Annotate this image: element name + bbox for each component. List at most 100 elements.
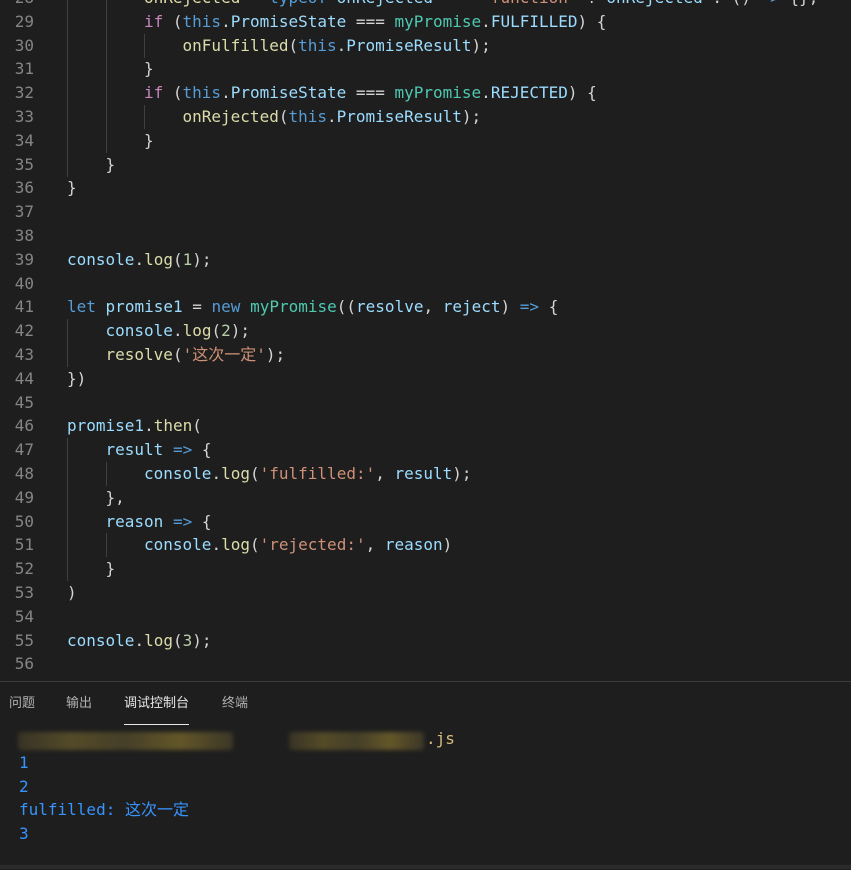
redacted-path xyxy=(18,732,233,750)
indent-guide xyxy=(67,81,68,106)
code-line[interactable]: 29 if (this.PromiseState === myPromise.FU… xyxy=(0,9,851,34)
code-token: ( xyxy=(288,35,299,55)
code-text: if (this.PromiseState === myPromise.FULF… xyxy=(144,10,606,34)
code-line[interactable]: 44}) xyxy=(0,367,851,391)
code-token: PromiseState xyxy=(230,11,347,31)
indent-guide xyxy=(67,438,68,463)
line-number: 55 xyxy=(14,630,34,650)
code-token: ) xyxy=(500,297,520,317)
code-token: resolve xyxy=(356,297,424,317)
code-line[interactable]: 30 onFulfilled(this.PromiseResult); xyxy=(0,33,851,58)
code-token: , xyxy=(423,297,443,317)
indent-guide xyxy=(67,533,68,558)
code-line[interactable]: 38 xyxy=(0,224,851,248)
line-number: 33 xyxy=(14,107,34,126)
code-token: ? xyxy=(578,0,607,7)
code-token: reason xyxy=(105,511,164,531)
indent-guide xyxy=(105,57,107,82)
output-file-extension[interactable]: .js xyxy=(426,729,455,749)
code-line[interactable]: 31} xyxy=(0,57,851,82)
code-token: . xyxy=(481,83,491,103)
code-token: ); xyxy=(452,464,472,483)
code-line[interactable]: 36} xyxy=(0,176,851,200)
code-editor[interactable]: 28 onRejected = typeof onRejected === 'fu… xyxy=(0,0,851,681)
code-line[interactable]: 45 xyxy=(0,391,851,415)
code-text: } xyxy=(106,153,116,177)
code-token: this xyxy=(182,11,222,31)
code-token: ( xyxy=(172,345,183,364)
code-line[interactable]: 42 console.log(2); xyxy=(0,319,851,344)
code-line[interactable]: 46 promise1.then( xyxy=(0,414,851,438)
line-number: 39 xyxy=(14,249,34,269)
indent-guide xyxy=(105,0,107,10)
code-token: . xyxy=(134,249,145,269)
line-number: 56 xyxy=(14,654,34,674)
tab-terminal[interactable]: 终端 xyxy=(222,694,248,722)
indent-guide xyxy=(67,128,68,153)
code-token: onRejected xyxy=(337,0,433,7)
code-token: }) xyxy=(67,368,87,388)
indent-guide xyxy=(105,105,107,129)
line-number: 43 xyxy=(14,345,34,364)
code-token: new xyxy=(211,297,241,317)
code-line[interactable]: 40 xyxy=(0,272,851,296)
code-token: ( xyxy=(163,11,183,31)
line-number: 41 xyxy=(14,297,34,317)
code-token: onRejected xyxy=(144,0,240,7)
code-token: console xyxy=(67,249,135,269)
line-number: 38 xyxy=(14,226,34,245)
code-line[interactable]: 49}, xyxy=(0,485,851,510)
code-token: === xyxy=(433,0,481,7)
redacted-filename xyxy=(289,732,424,750)
code-token: ) xyxy=(442,535,453,555)
line-number: 47 xyxy=(14,440,34,460)
code-token: typeof xyxy=(269,0,327,7)
code-line[interactable]: 28 onRejected = typeof onRejected === 'fu… xyxy=(0,0,851,10)
code-text: reason => { xyxy=(106,510,212,534)
code-line[interactable]: 47 result => { xyxy=(0,438,851,463)
tab-output[interactable]: 输出 xyxy=(66,694,92,722)
code-token: . xyxy=(481,11,491,31)
indent-guide xyxy=(67,485,68,510)
code-line[interactable]: 35} xyxy=(0,152,851,177)
code-line[interactable]: 32 if (this.PromiseState === myPromise.RE… xyxy=(0,81,851,106)
indent-guide xyxy=(105,128,107,153)
code-line[interactable]: 56 xyxy=(0,652,851,676)
code-token: myPromise xyxy=(250,297,337,317)
code-line[interactable]: 43 resolve('这次一定'); xyxy=(0,343,851,367)
code-token: ( xyxy=(249,464,260,483)
code-text: let promise1 = new myPromise((resolve, r… xyxy=(67,295,558,319)
code-token: PromiseResult xyxy=(346,35,472,55)
code-line[interactable]: 51 console.log('rejected:', reason) xyxy=(0,533,851,558)
code-line[interactable]: 54 xyxy=(0,605,851,629)
code-line[interactable]: 48 console.log('fulfilled:', result); xyxy=(0,462,851,486)
code-line[interactable]: 39 console.log(1); xyxy=(0,248,851,272)
code-line[interactable]: 41 let promise1 = new myPromise((resolve,… xyxy=(0,295,851,319)
code-line[interactable]: 53) xyxy=(0,581,851,605)
line-number: 51 xyxy=(14,535,34,555)
code-token: ( xyxy=(172,249,183,269)
tab-problems[interactable]: 问题 xyxy=(9,694,35,722)
code-token: ( xyxy=(211,321,222,341)
code-token: reason xyxy=(384,535,443,555)
code-line[interactable]: 50 reason => { xyxy=(0,509,851,534)
code-line[interactable]: 37 xyxy=(0,200,851,224)
code-token: this xyxy=(288,107,327,126)
code-token: console xyxy=(105,321,173,341)
code-text: ) xyxy=(67,581,77,605)
code-token: ); xyxy=(192,249,212,269)
code-token: FULFILLED xyxy=(490,11,578,31)
indent-guide xyxy=(67,462,68,486)
output-line: 1 xyxy=(19,753,29,772)
code-token: { xyxy=(192,440,212,460)
code-line[interactable]: 33 onRejected(this.PromiseResult); xyxy=(0,105,851,129)
code-token: ( xyxy=(163,83,183,103)
indent-guide xyxy=(67,33,68,58)
code-token: = xyxy=(182,297,212,317)
code-line[interactable]: 55 console.log(3); xyxy=(0,629,851,653)
code-line[interactable]: 52} xyxy=(0,557,851,582)
code-line[interactable]: 34} xyxy=(0,128,851,153)
code-token: } xyxy=(105,559,116,579)
tab-debug-console[interactable]: 调试控制台 xyxy=(124,694,190,725)
